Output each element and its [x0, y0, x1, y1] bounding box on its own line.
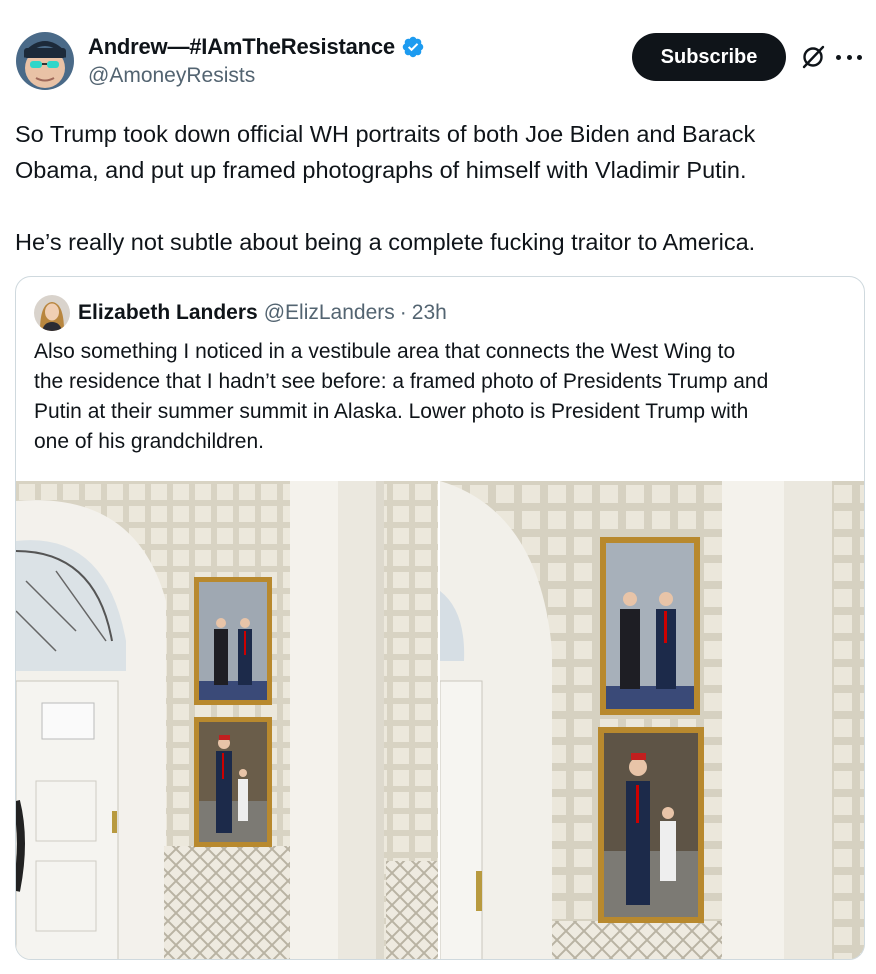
quoted-author-avatar — [34, 295, 70, 331]
quoted-text-line: one of his grandchildren. — [34, 430, 264, 453]
verified-badge-icon — [402, 36, 424, 58]
quoted-post-header: Elizabeth Landers @ElizLanders · 23h — [34, 295, 447, 331]
post-text-line: So Trump took down official WH portraits… — [15, 121, 756, 147]
media-photo-1[interactable] — [16, 481, 438, 959]
quoted-text-line: Also something I noticed in a vestibule … — [34, 340, 736, 363]
subscribe-button[interactable]: Subscribe — [632, 33, 786, 81]
media-photo-2[interactable] — [440, 481, 864, 959]
post-text: So Trump took down official WH portraits… — [15, 116, 865, 260]
separator-dot: · — [399, 301, 407, 324]
more-options-icon[interactable] — [836, 44, 862, 70]
quoted-text-line: Putin at their summer summit in Alaska. … — [34, 400, 749, 423]
author-handle[interactable]: @AmoneyResists — [88, 64, 425, 88]
quoted-text-line: the residence that I hadn’t see before: … — [34, 370, 769, 393]
post-header: Andrew—#IAmTheResistance @AmoneyResists … — [16, 32, 862, 94]
post-text-line: He’s really not subtle about being a com… — [15, 229, 756, 255]
quoted-author-handle: @ElizLanders — [263, 301, 395, 324]
quoted-author-name: Elizabeth Landers — [78, 301, 258, 324]
author-avatar[interactable] — [16, 32, 74, 90]
quoted-post-text: Also something I noticed in a vestibule … — [34, 337, 854, 457]
quoted-media — [16, 481, 864, 959]
grok-icon[interactable] — [800, 44, 826, 70]
author-display-name-text: Andrew—#IAmTheResistance — [88, 34, 395, 59]
post-text-line: Obama, and put up framed photographs of … — [15, 157, 747, 183]
quoted-post[interactable]: Elizabeth Landers @ElizLanders · 23h Als… — [15, 276, 865, 960]
author-display-name[interactable]: Andrew—#IAmTheResistance — [88, 34, 425, 60]
quoted-post-time: 23h — [411, 301, 447, 324]
